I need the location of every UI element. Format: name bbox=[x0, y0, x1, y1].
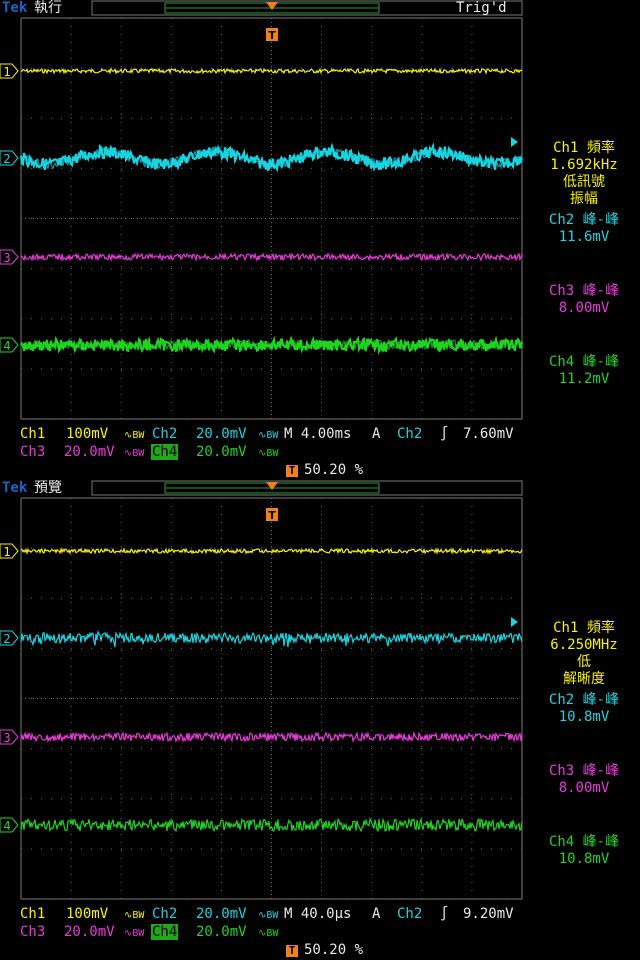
ch2-label: Ch2 bbox=[152, 426, 178, 442]
trigger-point-icon bbox=[266, 482, 278, 490]
ch3-scale: 20.0mV bbox=[64, 924, 115, 940]
ch4-scale: 20.0mV bbox=[196, 924, 247, 940]
ch4-measurement: Ch4 峰-峰 10.8mV bbox=[548, 834, 620, 867]
trigger-position: 50.20 % bbox=[304, 462, 364, 478]
ch3-label: Ch3 bbox=[20, 444, 46, 460]
ch1-ground-marker: 1 bbox=[0, 63, 19, 79]
ch2-label: Ch2 bbox=[152, 906, 178, 922]
ch1-label: Ch1 bbox=[20, 906, 46, 922]
ch4-label: Ch4 bbox=[151, 924, 179, 940]
trigger-position-icon: T bbox=[286, 465, 298, 477]
ch1-ground-marker: 1 bbox=[0, 543, 19, 559]
svg-text:4: 4 bbox=[3, 339, 10, 353]
ch4-ground-marker: 4 bbox=[0, 337, 19, 353]
bandwidth-limit-icon: ∿BW bbox=[258, 928, 279, 939]
ch2-ground-marker: 2 bbox=[0, 630, 19, 646]
timebase: M 4.00ms bbox=[284, 426, 352, 442]
ch3-ground-marker: 3 bbox=[0, 249, 19, 265]
ch2-measurement: Ch2 峰-峰 10.8mV bbox=[548, 692, 620, 725]
scope-screen-run: T 1 2 3 4 Tek 執行 Trig'd Ch1 頻率 1.692kHz 低訊號 … bbox=[0, 0, 640, 480]
bandwidth-limit-icon: ∿BW bbox=[258, 430, 279, 441]
trigger-source: Ch2 bbox=[397, 906, 423, 922]
rising-edge-icon: ∫ bbox=[440, 906, 449, 922]
ch3-measurement: Ch3 峰-峰 8.00mV bbox=[548, 283, 620, 316]
ch3-scale: 20.0mV bbox=[64, 444, 115, 460]
trigger-level-icon bbox=[511, 137, 518, 147]
tek-logo: Tek bbox=[2, 0, 28, 16]
trigger-position-icon: T bbox=[286, 945, 298, 957]
ch1-trace bbox=[20, 67, 523, 76]
svg-text:4: 4 bbox=[3, 819, 10, 833]
tek-logo: Tek bbox=[2, 480, 28, 496]
svg-text:T: T bbox=[268, 29, 276, 42]
ch1-label: Ch1 bbox=[20, 426, 46, 442]
trigger-position: 50.20 % bbox=[304, 942, 364, 958]
svg-text:1: 1 bbox=[3, 65, 10, 79]
svg-text:T: T bbox=[268, 509, 276, 522]
bandwidth-limit-icon: ∿BW bbox=[124, 448, 145, 459]
svg-text:2: 2 bbox=[3, 152, 10, 166]
trigger-source: Ch2 bbox=[397, 426, 423, 442]
trigger-level: 9.20mV bbox=[463, 906, 514, 922]
ch4-measurement: Ch4 峰-峰 11.2mV bbox=[548, 354, 620, 387]
ch1-measurement: Ch1 頻率 1.692kHz 低訊號 振幅 bbox=[550, 140, 618, 207]
ch2-scale: 20.0mV bbox=[196, 906, 247, 922]
ch3-measurement: Ch3 峰-峰 8.00mV bbox=[548, 763, 620, 796]
bandwidth-limit-icon: ∿BW bbox=[124, 430, 145, 441]
svg-text:3: 3 bbox=[3, 251, 10, 265]
trigger-status: Trig'd bbox=[456, 0, 507, 16]
acquisition-indicator: A bbox=[372, 906, 381, 922]
ch1-measurement: Ch1 頻率 6.250MHz 低 解晰度 bbox=[550, 620, 618, 687]
ch4-scale: 20.0mV bbox=[196, 444, 247, 460]
bandwidth-limit-icon: ∿BW bbox=[258, 910, 279, 921]
trigger-point-icon bbox=[266, 2, 278, 10]
acquisition-mode: 執行 bbox=[34, 0, 62, 16]
acquisition-indicator: A bbox=[372, 426, 381, 442]
trigger-level: 7.60mV bbox=[463, 426, 514, 442]
bandwidth-limit-icon: ∿BW bbox=[124, 928, 145, 939]
ch4-trace bbox=[20, 817, 523, 833]
ch1-scale: 100mV bbox=[66, 426, 109, 442]
acquisition-mode: 預覽 bbox=[34, 480, 62, 496]
bandwidth-limit-icon: ∿BW bbox=[258, 448, 279, 459]
ch2-trace bbox=[20, 629, 523, 648]
ch3-ground-marker: 3 bbox=[0, 729, 19, 745]
ch2-measurement: Ch2 峰-峰 11.6mV bbox=[548, 212, 620, 245]
trigger-level-icon bbox=[511, 617, 518, 627]
ch2-scale: 20.0mV bbox=[196, 426, 247, 442]
ch4-ground-marker: 4 bbox=[0, 817, 19, 833]
ch1-scale: 100mV bbox=[66, 906, 109, 922]
ch3-label: Ch3 bbox=[20, 924, 46, 940]
svg-text:3: 3 bbox=[3, 731, 10, 745]
scope-screen-preview: T 1 2 3 4 Tek 預覽 Ch1 頻率 6.250MHz 低 解晰度 Ch2 峰… bbox=[0, 480, 640, 960]
svg-text:2: 2 bbox=[3, 632, 10, 646]
rising-edge-icon: ∫ bbox=[440, 426, 449, 442]
ch4-label: Ch4 bbox=[151, 444, 179, 460]
ch2-ground-marker: 2 bbox=[0, 150, 19, 166]
ch4-trace bbox=[20, 335, 524, 356]
timebase: M 40.0µs bbox=[284, 906, 352, 922]
bandwidth-limit-icon: ∿BW bbox=[124, 910, 145, 921]
svg-text:1: 1 bbox=[3, 545, 10, 559]
